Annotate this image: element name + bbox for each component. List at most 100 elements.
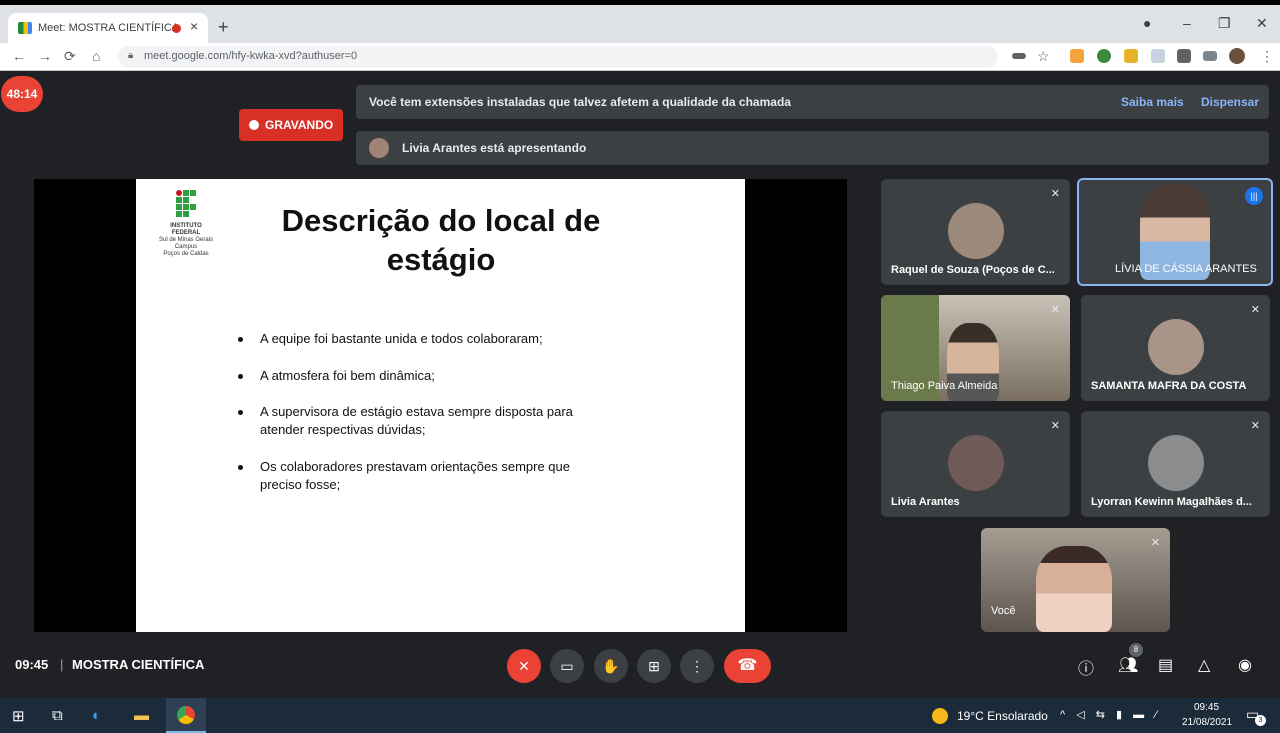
hand-icon: ✋ xyxy=(602,658,620,674)
participant-name: Livia Arantes xyxy=(891,496,960,508)
participant-avatar xyxy=(947,203,1004,259)
weather-widget[interactable]: 19°C Ensolarado xyxy=(957,709,1048,723)
slide-bullet: A atmosfera foi bem dinâmica; xyxy=(236,367,616,385)
slide-title-line: estágio xyxy=(386,242,496,277)
meeting-info-icon[interactable]: ⓘ xyxy=(1078,655,1094,679)
institute-logo-text: INSTITUTO FEDERAL Sul de Minas Gerais Ca… xyxy=(156,223,216,258)
notification-count-badge: 3 xyxy=(1255,715,1266,726)
mic-off-button[interactable]: ✕ xyxy=(507,649,541,683)
meeting-name: MOSTRA CIENTÍFICA xyxy=(72,657,205,672)
phone-hangup-icon: ☎ xyxy=(737,657,758,674)
address-bar: ← → ⟳ ⌂ 🔒︎ meet.google.com/hfy-kwka-xvd?… xyxy=(0,43,1280,71)
system-tray[interactable]: ^ ◁ ⇆ ▮ ▬ ⁄ xyxy=(1060,708,1161,721)
logo-line: INSTITUTO xyxy=(170,223,202,229)
end-call-button[interactable]: ☎ xyxy=(724,649,771,683)
recording-label: GRAVANDO xyxy=(265,118,334,132)
camera-indicator-icon[interactable] xyxy=(1012,53,1026,59)
participant-name: LÍVIA DE CÁSSIA ARANTES xyxy=(1115,263,1257,275)
lock-icon: 🔒︎ xyxy=(128,50,134,61)
task-view-icon[interactable]: ⧉ xyxy=(52,707,63,724)
mic-off-icon: ✕ xyxy=(1050,420,1060,432)
more-options-button[interactable]: ⋮ xyxy=(680,649,714,683)
self-name: Você xyxy=(991,605,1016,617)
self-view-tile[interactable]: ✕ Você xyxy=(981,528,1170,632)
tab-close-icon[interactable]: × xyxy=(190,18,198,34)
mic-off-icon: ✕ xyxy=(1250,420,1260,432)
profile-avatar[interactable] xyxy=(1229,48,1245,64)
mic-off-icon: ✕ xyxy=(1050,188,1060,200)
raise-hand-button[interactable]: ✋ xyxy=(594,649,628,683)
meet-favicon-icon xyxy=(18,22,32,34)
host-controls-icon[interactable]: ◉ xyxy=(1238,655,1252,675)
presenting-text: Livia Arantes está apresentando xyxy=(402,141,587,155)
windows-taskbar: ⊞ ⧉ ◐ ▬ 19°C Ensolarado ^ ◁ ⇆ ▮ ▬ ⁄ 09:4… xyxy=(0,698,1280,733)
home-icon[interactable]: ⌂ xyxy=(92,48,100,64)
chrome-taskbar-button[interactable] xyxy=(166,698,206,733)
slide-title: Descrição do local de estágio xyxy=(236,201,646,279)
presenter-avatar xyxy=(369,138,389,158)
participant-tile[interactable]: ✕ Livia Arantes xyxy=(881,411,1070,517)
taskbar-clock-date[interactable]: 21/08/2021 xyxy=(1182,717,1232,728)
camera-button[interactable]: ▭ xyxy=(550,649,584,683)
chrome-icon xyxy=(177,706,195,724)
presenting-banner: Livia Arantes está apresentando xyxy=(356,131,1269,165)
participant-tile-speaking[interactable]: ||| LÍVIA DE CÁSSIA ARANTES xyxy=(1077,178,1273,286)
extensions-puzzle-icon[interactable] xyxy=(1177,49,1191,63)
extensions-warning-banner: Você tem extensões instaladas que talvez… xyxy=(356,85,1269,119)
slide-bullet: A supervisora de estágio estava sempre d… xyxy=(236,403,606,439)
window-close-button[interactable]: ✕ xyxy=(1256,15,1268,32)
extension-icon[interactable] xyxy=(1097,49,1111,63)
logo-line: Campus xyxy=(174,244,198,250)
mic-off-icon: ✕ xyxy=(518,658,530,674)
participant-name: Lyorran Kewinn Magalhães d... xyxy=(1091,496,1252,508)
bookmark-star-icon[interactable]: ☆ xyxy=(1037,48,1050,65)
menu-icon[interactable]: ⋮ xyxy=(1260,48,1274,65)
profile-icon[interactable]: ● xyxy=(1143,15,1151,31)
extensions-warning-text: Você tem extensões instaladas que talvez… xyxy=(369,95,791,109)
more-vert-icon: ⋮ xyxy=(690,658,704,674)
logo-line: Poços de Caldas xyxy=(163,251,209,257)
activities-icon[interactable]: △ xyxy=(1198,655,1210,675)
present-icon: ⊞ xyxy=(648,658,660,674)
forward-icon[interactable]: → xyxy=(38,48,52,64)
reload-icon[interactable]: ⟳ xyxy=(64,48,76,65)
extension-icon[interactable] xyxy=(1151,49,1165,63)
learn-more-link[interactable]: Saiba mais xyxy=(1121,95,1184,109)
present-button[interactable]: ⊞ xyxy=(637,649,671,683)
chat-icon[interactable]: ▤ xyxy=(1158,655,1173,675)
recording-badge: GRAVANDO xyxy=(239,109,343,141)
people-icon[interactable]: 👥︎ xyxy=(1118,655,1138,675)
browser-tab[interactable]: Meet: MOSTRA CIENTÍFICA × xyxy=(8,13,208,45)
call-timer: 48:14 xyxy=(1,76,43,112)
new-tab-button[interactable]: + xyxy=(218,17,229,38)
tab-recording-icon xyxy=(172,24,181,33)
institute-logo-icon xyxy=(176,190,197,220)
maximize-button[interactable]: ❐ xyxy=(1218,15,1231,32)
recording-dot-icon xyxy=(249,120,259,130)
participant-name: Raquel de Souza (Poços de C... xyxy=(891,264,1055,276)
participant-tile[interactable]: ✕ SAMANTA MAFRA DA COSTA xyxy=(1081,295,1270,401)
back-icon[interactable]: ← xyxy=(12,48,26,64)
mic-off-icon: ✕ xyxy=(1050,304,1060,316)
divider: | xyxy=(60,657,64,672)
url-input[interactable]: 🔒︎ meet.google.com/hfy-kwka-xvd?authuser… xyxy=(118,46,998,68)
camera-icon: ▭ xyxy=(560,658,574,674)
file-explorer-icon[interactable]: ▬ xyxy=(134,707,149,724)
participant-name: SAMANTA MAFRA DA COSTA xyxy=(1091,380,1247,392)
participant-tile[interactable]: ✕ Raquel de Souza (Poços de C... xyxy=(881,179,1070,285)
edge-browser-icon[interactable]: ◐ xyxy=(92,707,101,724)
participant-avatar xyxy=(1147,435,1204,491)
minimize-button[interactable]: – xyxy=(1183,15,1191,31)
taskbar-clock-time[interactable]: 09:45 xyxy=(1194,702,1219,713)
meeting-clock: 09:45 xyxy=(15,657,49,672)
mic-off-icon: ✕ xyxy=(1250,304,1260,316)
dismiss-button[interactable]: Dispensar xyxy=(1201,95,1259,109)
windows-start-icon[interactable]: ⊞ xyxy=(12,707,25,725)
participant-tile[interactable]: ✕ Lyorran Kewinn Magalhães d... xyxy=(1081,411,1270,517)
reading-list-icon[interactable] xyxy=(1203,51,1217,61)
participant-avatar xyxy=(947,435,1004,491)
extension-icon[interactable] xyxy=(1124,49,1138,63)
participant-tile[interactable]: ✕ Thiago Paiva Almeida xyxy=(881,295,1070,401)
presentation-slide: INSTITUTO FEDERAL Sul de Minas Gerais Ca… xyxy=(136,179,745,632)
extension-icon[interactable] xyxy=(1070,49,1084,63)
